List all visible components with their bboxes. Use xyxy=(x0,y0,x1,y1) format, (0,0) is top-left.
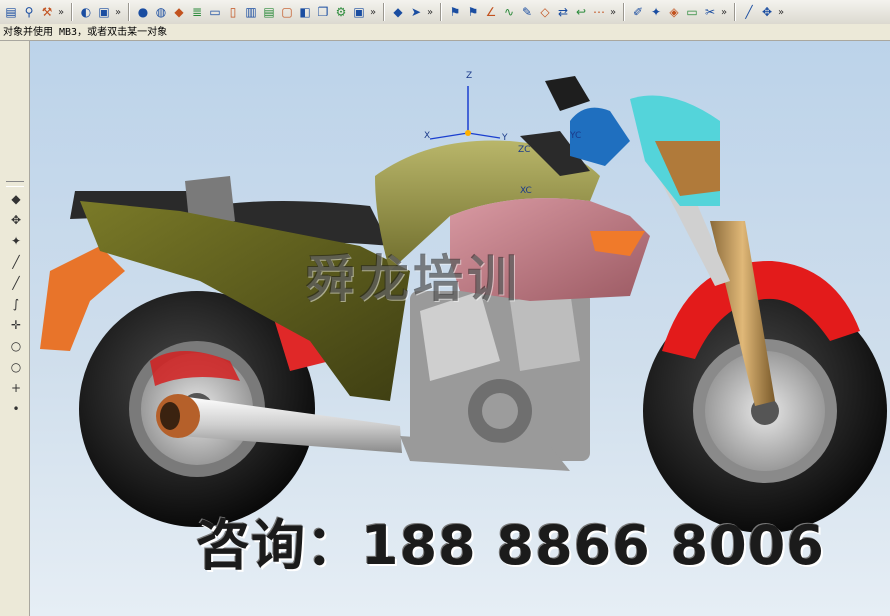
graphics-viewport[interactable]: Z X Y ZC YC XC 舜龙培训 咨询：188 8866 8006 xyxy=(30,41,890,616)
toolbar-separator xyxy=(440,3,441,21)
layer-icon[interactable]: ≣ xyxy=(189,4,205,20)
toolbar-extra-group: ✐ ✦ ◈ ▭ ✂» xyxy=(627,1,731,23)
toolbar-more-button[interactable]: » xyxy=(368,7,378,18)
toolbar-separator xyxy=(71,3,72,21)
cube-icon[interactable]: ◆ xyxy=(8,191,24,207)
dot-icon[interactable]: • xyxy=(8,401,24,417)
left-toolbar: ◆ ✥ ✦ ╱ ╱ ∫ ✛ ○ ○ + • xyxy=(0,41,30,616)
pencil-icon[interactable]: ✎ xyxy=(519,4,535,20)
swap-icon[interactable]: ⇄ xyxy=(555,4,571,20)
axis-xc-label: XC xyxy=(520,186,532,196)
engine[interactable] xyxy=(410,291,590,461)
watermark-title: 舜龙培训 xyxy=(305,249,521,308)
fill-icon[interactable]: ◧ xyxy=(297,4,313,20)
sphere-icon[interactable]: ● xyxy=(135,4,151,20)
book-icon[interactable]: ▤ xyxy=(261,4,277,20)
move-icon[interactable]: ✥ xyxy=(759,4,775,20)
cube-icon[interactable]: ◆ xyxy=(171,4,187,20)
diamond-icon[interactable]: ◇ xyxy=(537,4,553,20)
axis-z-label: Z xyxy=(466,71,473,81)
curve-icon[interactable]: ∫ xyxy=(8,296,24,312)
watermark-phone: 咨询：188 8866 8006 xyxy=(196,514,825,577)
line-icon[interactable]: ╱ xyxy=(8,254,24,270)
sheet-icon[interactable]: ▭ xyxy=(207,4,223,20)
axis-zc-label: ZC xyxy=(518,145,531,155)
plus-icon[interactable]: + xyxy=(8,380,24,396)
toolbar-more-button[interactable]: » xyxy=(608,7,618,18)
cube-color-icon[interactable]: ◈ xyxy=(666,4,682,20)
toolbar-separator xyxy=(383,3,384,21)
wrench-icon[interactable]: ⚒ xyxy=(39,4,55,20)
axis-yc-label: YC xyxy=(570,131,582,141)
toolbar-more-button[interactable]: » xyxy=(113,7,123,18)
toolbar-grip[interactable] xyxy=(6,181,24,187)
sheet-icon[interactable]: ▭ xyxy=(684,4,700,20)
circle-icon[interactable]: ○ xyxy=(8,338,24,354)
wave-icon[interactable]: ∿ xyxy=(501,4,517,20)
flag-icon[interactable]: ⚑ xyxy=(465,4,481,20)
stack-icon[interactable]: ▥ xyxy=(243,4,259,20)
toolbar-misc-group: ╱ ✥» xyxy=(738,1,788,23)
arrow-icon[interactable]: ➤ xyxy=(408,4,424,20)
frame-icon[interactable]: ▢ xyxy=(279,4,295,20)
tools-icon[interactable]: ⚙ xyxy=(333,4,349,20)
dots-icon[interactable]: ⋯ xyxy=(591,4,607,20)
pen-icon[interactable]: ╱ xyxy=(741,4,757,20)
toolbar-more-button[interactable]: » xyxy=(776,7,786,18)
main-toolbar: ▤ ⚲ ⚒» ◐ ▣» ● ◍ ◆ ≣ ▭ ▯ ▥ ▤ ▢ ◧ ❐ ⚙ ▣» ◆ ➤» ⚑ ⚑ ∠ ∿ ✎ ◇ ⇄ ↩ ⋯» ✐ ✦ ◈ ▭ ✂»… xyxy=(0,0,890,25)
copy-icon[interactable]: ❐ xyxy=(315,4,331,20)
hook-icon[interactable]: ↩ xyxy=(573,4,589,20)
toolbar-separator xyxy=(128,3,129,21)
toolbar-view-group: ● ◍ ◆ ≣ ▭ ▯ ▥ ▤ ▢ ◧ ❐ ⚙ ▣» xyxy=(132,1,380,23)
axis-y-label: Y xyxy=(502,133,508,143)
flag-icon[interactable]: ⚑ xyxy=(447,4,463,20)
line-icon[interactable]: ╱ xyxy=(8,275,24,291)
toolbar-curve-group: ⚑ ⚑ ∠ ∿ ✎ ◇ ⇄ ↩ ⋯» xyxy=(444,1,620,23)
status-prompt: 对象并使用 MB3，或者双击某一对象 xyxy=(0,24,890,41)
toolbar-more-button[interactable]: » xyxy=(425,7,435,18)
pin-icon[interactable]: ⚲ xyxy=(21,4,37,20)
cross-icon[interactable]: ✛ xyxy=(8,317,24,333)
move-icon[interactable]: ✥ xyxy=(8,212,24,228)
toolbar-separator xyxy=(623,3,624,21)
angle-icon[interactable]: ∠ xyxy=(483,4,499,20)
handlebar-mirror[interactable] xyxy=(545,76,590,111)
toolbar-separator xyxy=(734,3,735,21)
shading-icon[interactable]: ◐ xyxy=(78,4,94,20)
axis-x-label: X xyxy=(424,131,431,141)
scissors-icon[interactable]: ✂ xyxy=(702,4,718,20)
toolbar-edit-group: ◆ ➤» xyxy=(387,1,437,23)
wcs-triad xyxy=(429,86,501,140)
star-icon[interactable]: ✦ xyxy=(8,233,24,249)
toolbar-more-button[interactable]: » xyxy=(719,7,729,18)
page-icon[interactable]: ▯ xyxy=(225,4,241,20)
toolbar-more-button[interactable]: » xyxy=(56,7,66,18)
cube-icon[interactable]: ◆ xyxy=(390,4,406,20)
circle-icon[interactable]: ○ xyxy=(8,359,24,375)
globe-icon[interactable]: ◍ xyxy=(153,4,169,20)
box-icon[interactable]: ▣ xyxy=(351,4,367,20)
toolbar-render-group: ◐ ▣» xyxy=(75,1,125,23)
book-icon[interactable]: ▤ xyxy=(3,4,19,20)
edit-icon[interactable]: ✐ xyxy=(630,4,646,20)
toolbar-file-group: ▤ ⚲ ⚒» xyxy=(0,1,68,23)
star-icon[interactable]: ✦ xyxy=(648,4,664,20)
box-icon[interactable]: ▣ xyxy=(96,4,112,20)
